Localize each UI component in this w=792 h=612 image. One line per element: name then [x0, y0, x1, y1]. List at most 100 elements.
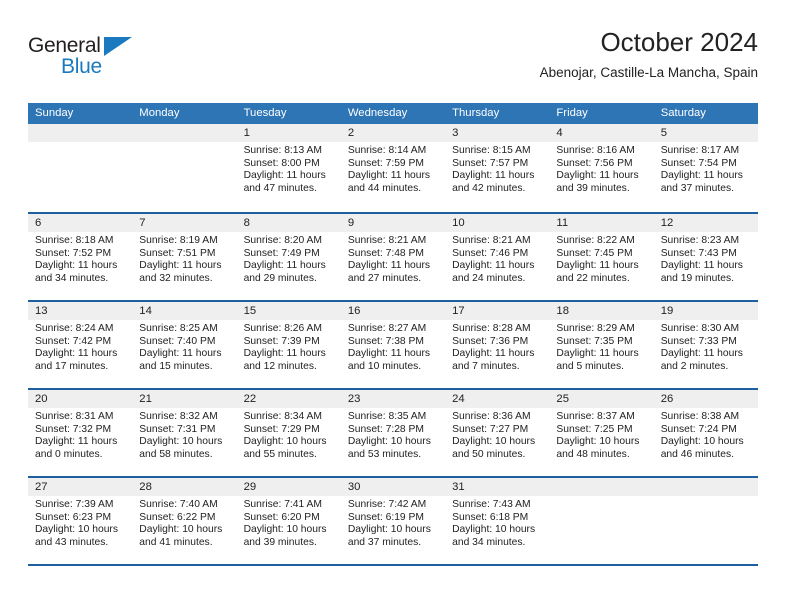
title-block: October 2024 Abenojar, Castille-La Manch…	[540, 26, 758, 83]
calendar-day-cell-empty	[28, 124, 133, 212]
calendar-week-row: 20 Sunrise: 8:31 AM Sunset: 7:32 PM Dayligh…	[28, 388, 758, 476]
day-number: 5	[653, 124, 758, 142]
sunset-text: Sunset: 7:54 PM	[660, 157, 737, 169]
daylight-text: Daylight: 10 hours and 46 minutes.	[660, 436, 744, 460]
day-details: Sunrise: 8:21 AM Sunset: 7:48 PM Daylight:…	[341, 232, 445, 285]
calendar-day-cell[interactable]: 8 Sunrise: 8:20 AM Sunset: 7:49 PM Daylight…	[236, 214, 341, 300]
day-details: Sunrise: 8:14 AM Sunset: 7:59 PM Daylight:…	[341, 142, 445, 195]
sunset-text: Sunset: 6:19 PM	[347, 511, 424, 523]
sunrise-text: Sunrise: 7:43 AM	[452, 499, 531, 510]
calendar-day-cell[interactable]: 15 Sunrise: 8:26 AM Sunset: 7:39 PM Dayligh…	[236, 302, 341, 388]
weekday-header-thursday: Thursday	[452, 107, 500, 119]
day-number: 25	[549, 390, 654, 408]
day-details: Sunrise: 8:35 AM Sunset: 7:28 PM Daylight:…	[341, 408, 445, 461]
sunrise-text: Sunrise: 7:42 AM	[347, 499, 427, 510]
calendar-day-cell[interactable]: 16 Sunrise: 8:27 AM Sunset: 7:38 PM Dayligh…	[340, 302, 446, 388]
day-number: 21	[132, 390, 237, 408]
calendar-day-cell[interactable]: 22 Sunrise: 8:34 AM Sunset: 7:29 PM Dayligh…	[236, 390, 341, 476]
calendar-day-cell[interactable]: 11 Sunrise: 8:22 AM Sunset: 7:45 PM Dayligh…	[549, 214, 654, 300]
sunset-text: Sunset: 7:56 PM	[556, 157, 633, 169]
calendar-day-cell[interactable]: 26 Sunrise: 8:38 AM Sunset: 7:24 PM Dayligh…	[653, 390, 758, 476]
calendar-day-cell[interactable]: 7 Sunrise: 8:19 AM Sunset: 7:51 PM Daylight…	[132, 214, 237, 300]
day-number: 28	[132, 478, 237, 496]
calendar-day-cell[interactable]: 23 Sunrise: 8:35 AM Sunset: 7:28 PM Dayligh…	[340, 390, 446, 476]
calendar-day-cell[interactable]: 5 Sunrise: 8:17 AM Sunset: 7:54 PM Daylight…	[653, 124, 758, 212]
daylight-text: Daylight: 11 hours and 32 minutes.	[139, 260, 222, 284]
day-details: Sunrise: 8:20 AM Sunset: 7:49 PM Daylight:…	[237, 232, 341, 285]
daylight-text: Daylight: 11 hours and 39 minutes.	[556, 170, 639, 194]
sunset-text: Sunset: 7:24 PM	[660, 423, 737, 435]
calendar-day-cell[interactable]: 30 Sunrise: 7:42 AM Sunset: 6:19 PM Dayligh…	[340, 478, 446, 564]
sunset-text: Sunset: 7:59 PM	[347, 157, 424, 169]
day-details: Sunrise: 7:43 AM Sunset: 6:18 PM Daylight:…	[445, 496, 549, 549]
weekday-header-wednesday: Wednesday	[347, 107, 408, 119]
calendar-day-cell[interactable]: 29 Sunrise: 7:41 AM Sunset: 6:20 PM Dayligh…	[236, 478, 341, 564]
calendar-day-cell[interactable]: 27 Sunrise: 7:39 AM Sunset: 6:23 PM Dayligh…	[28, 478, 133, 564]
sunrise-text: Sunrise: 7:41 AM	[243, 499, 322, 510]
day-details: Sunrise: 8:27 AM Sunset: 7:38 PM Daylight:…	[341, 320, 445, 373]
calendar-day-cell[interactable]: 28 Sunrise: 7:40 AM Sunset: 6:22 PM Dayligh…	[132, 478, 237, 564]
calendar-day-cell[interactable]: 31 Sunrise: 7:43 AM Sunset: 6:18 PM Dayligh…	[445, 478, 550, 564]
calendar-day-cell[interactable]: 3 Sunrise: 8:15 AM Sunset: 7:57 PM Daylight…	[445, 124, 550, 212]
day-details: Sunrise: 8:22 AM Sunset: 7:45 PM Daylight:…	[549, 232, 653, 285]
day-number: 26	[653, 390, 758, 408]
day-number: 20	[28, 390, 133, 408]
page-header: General Blue October 2024 Abenojar, Cast…	[28, 26, 758, 98]
day-number: 29	[236, 478, 341, 496]
calendar-day-cell[interactable]: 4 Sunrise: 8:16 AM Sunset: 7:56 PM Daylight…	[549, 124, 654, 212]
weekday-header-saturday: Saturday	[660, 107, 706, 119]
calendar-day-cell[interactable]: 24 Sunrise: 8:36 AM Sunset: 7:27 PM Dayligh…	[445, 390, 550, 476]
day-details: Sunrise: 8:26 AM Sunset: 7:39 PM Daylight:…	[237, 320, 341, 373]
daylight-text: Daylight: 11 hours and 15 minutes.	[139, 348, 222, 372]
calendar-day-cell[interactable]: 18 Sunrise: 8:29 AM Sunset: 7:35 PM Dayligh…	[549, 302, 654, 388]
sunrise-text: Sunrise: 8:35 AM	[347, 411, 427, 422]
daylight-text: Daylight: 10 hours and 53 minutes.	[347, 436, 431, 460]
calendar-day-cell[interactable]: 13 Sunrise: 8:24 AM Sunset: 7:42 PM Dayligh…	[28, 302, 133, 388]
sunrise-text: Sunrise: 8:14 AM	[347, 145, 427, 156]
calendar-day-cell[interactable]: 12 Sunrise: 8:23 AM Sunset: 7:43 PM Dayligh…	[653, 214, 758, 300]
sunrise-text: Sunrise: 8:28 AM	[452, 323, 531, 334]
day-details: Sunrise: 8:23 AM Sunset: 7:43 PM Daylight:…	[654, 232, 758, 285]
calendar-day-cell[interactable]: 10 Sunrise: 8:21 AM Sunset: 7:46 PM Dayligh…	[445, 214, 550, 300]
sunrise-text: Sunrise: 8:21 AM	[452, 235, 531, 246]
sunset-text: Sunset: 6:18 PM	[452, 511, 529, 523]
sunrise-text: Sunrise: 8:19 AM	[139, 235, 218, 246]
calendar-day-cell[interactable]: 21 Sunrise: 8:32 AM Sunset: 7:31 PM Dayligh…	[132, 390, 237, 476]
calendar-week-row: 6 Sunrise: 8:18 AM Sunset: 7:52 PM Daylight…	[28, 212, 758, 300]
day-details: Sunrise: 8:37 AM Sunset: 7:25 PM Daylight:…	[549, 408, 653, 461]
day-number	[132, 124, 237, 142]
sunset-text: Sunset: 7:31 PM	[139, 423, 216, 435]
calendar-bottom-border	[28, 564, 758, 566]
calendar-day-cell[interactable]: 6 Sunrise: 8:18 AM Sunset: 7:52 PM Daylight…	[28, 214, 133, 300]
day-details: Sunrise: 8:32 AM Sunset: 7:31 PM Daylight:…	[132, 408, 236, 461]
day-number: 14	[132, 302, 237, 320]
calendar-day-cell[interactable]: 1 Sunrise: 8:13 AM Sunset: 8:00 PM Daylight…	[236, 124, 341, 212]
sunset-text: Sunset: 7:29 PM	[243, 423, 320, 435]
day-details: Sunrise: 8:31 AM Sunset: 7:32 PM Daylight:…	[28, 408, 132, 461]
calendar-day-cell[interactable]: 25 Sunrise: 8:37 AM Sunset: 7:25 PM Dayligh…	[549, 390, 654, 476]
daylight-text: Daylight: 10 hours and 48 minutes.	[556, 436, 640, 460]
sunrise-text: Sunrise: 8:38 AM	[660, 411, 740, 422]
sunset-text: Sunset: 7:43 PM	[660, 247, 737, 259]
day-number: 18	[549, 302, 654, 320]
logo-text-blue: Blue	[61, 55, 102, 78]
sunset-text: Sunset: 7:36 PM	[452, 335, 529, 347]
calendar-day-cell[interactable]: 19 Sunrise: 8:30 AM Sunset: 7:33 PM Dayligh…	[653, 302, 758, 388]
sunrise-text: Sunrise: 8:30 AM	[660, 323, 740, 334]
calendar-day-cell[interactable]: 17 Sunrise: 8:28 AM Sunset: 7:36 PM Dayligh…	[445, 302, 550, 388]
page-subtitle: Abenojar, Castille-La Mancha, Spain	[539, 65, 758, 80]
day-details: Sunrise: 8:38 AM Sunset: 7:24 PM Daylight:…	[654, 408, 758, 461]
day-number: 13	[28, 302, 133, 320]
day-details: Sunrise: 8:15 AM Sunset: 7:57 PM Daylight:…	[445, 142, 549, 195]
calendar-day-cell[interactable]: 2 Sunrise: 8:14 AM Sunset: 7:59 PM Daylight…	[340, 124, 446, 212]
sunrise-text: Sunrise: 7:40 AM	[139, 499, 218, 510]
weekday-header-monday: Monday	[139, 107, 180, 119]
calendar-week-row: 27 Sunrise: 7:39 AM Sunset: 6:23 PM Dayligh…	[28, 476, 758, 564]
day-number: 11	[549, 214, 654, 232]
calendar-day-cell[interactable]: 9 Sunrise: 8:21 AM Sunset: 7:48 PM Daylight…	[340, 214, 446, 300]
weekday-header-friday: Friday	[556, 107, 588, 119]
calendar-day-cell[interactable]: 14 Sunrise: 8:25 AM Sunset: 7:40 PM Dayligh…	[132, 302, 237, 388]
calendar-day-cell[interactable]: 20 Sunrise: 8:31 AM Sunset: 7:32 PM Dayligh…	[28, 390, 133, 476]
day-details: Sunrise: 8:36 AM Sunset: 7:27 PM Daylight:…	[445, 408, 549, 461]
day-details: Sunrise: 8:30 AM Sunset: 7:33 PM Daylight:…	[654, 320, 758, 373]
